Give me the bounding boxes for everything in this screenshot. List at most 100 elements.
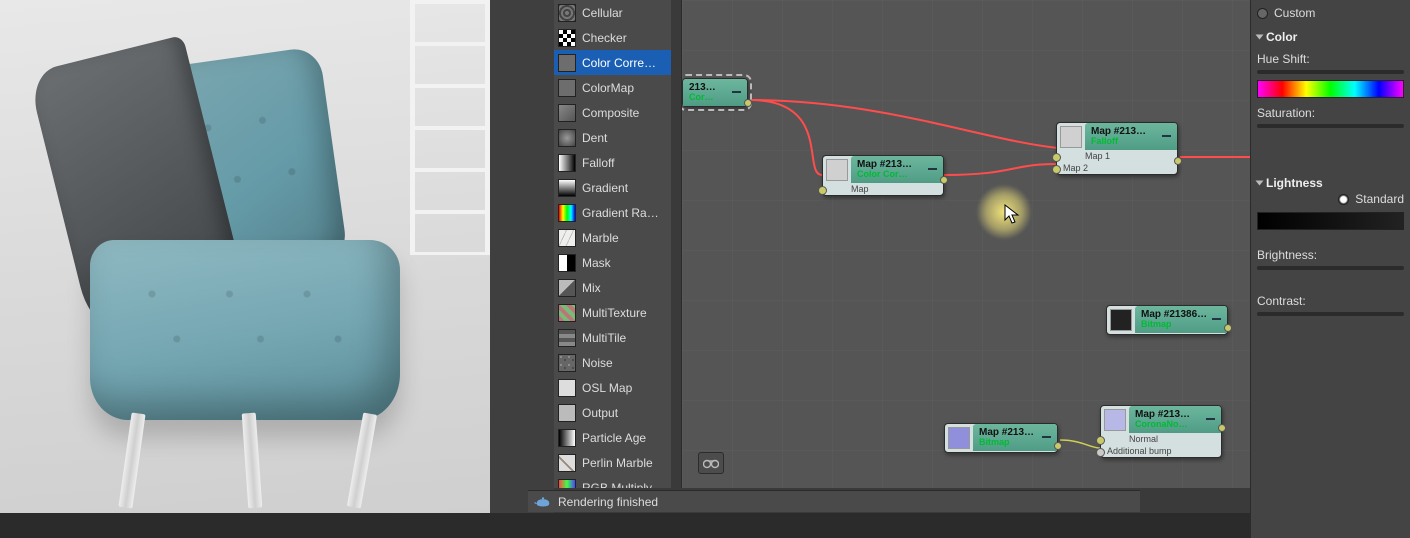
map-item-mix[interactable]: Mix: [554, 275, 681, 300]
node-type: Bitmap: [979, 438, 1038, 448]
hue-shift-label: Hue Shift:: [1257, 52, 1404, 66]
map-swatch-icon: [558, 379, 576, 397]
section-color[interactable]: Color: [1257, 30, 1404, 44]
map-swatch-icon: [558, 204, 576, 222]
map-item-label: MultiTile: [582, 331, 626, 345]
map-item-colormap[interactable]: ColorMap: [554, 75, 681, 100]
hue-strip[interactable]: [1257, 80, 1404, 98]
map-item-label: ColorMap: [582, 81, 634, 95]
saturation-slider[interactable]: [1257, 124, 1404, 128]
lightness-gradient[interactable]: [1257, 212, 1404, 230]
search-button[interactable]: [698, 452, 724, 474]
node-falloff[interactable]: Map #213…Falloff Map 1 Map 2: [1056, 122, 1178, 175]
minimize-icon[interactable]: [1042, 436, 1051, 438]
node-type: Falloff: [1091, 137, 1158, 147]
map-item-label: Mix: [582, 281, 601, 295]
map-item-rgb-multiply[interactable]: RGB Multiply: [554, 475, 681, 488]
map-item-output[interactable]: Output: [554, 400, 681, 425]
map-item-multitile[interactable]: MultiTile: [554, 325, 681, 350]
map-item-label: Gradient Ra…: [582, 206, 659, 220]
map-item-label: Output: [582, 406, 618, 420]
node-graph[interactable]: 213…Cor… Map #213…Color Cor… Map Map #21…: [682, 0, 1250, 488]
binoculars-icon: [703, 457, 719, 469]
map-item-checker[interactable]: Checker: [554, 25, 681, 50]
node-color-correction-2[interactable]: Map #213…Color Cor… Map: [822, 155, 944, 196]
node-slot-additional-bump[interactable]: Additional bump: [1101, 445, 1221, 457]
map-item-perlin-marble[interactable]: Perlin Marble: [554, 450, 681, 475]
map-swatch-icon: [558, 279, 576, 297]
map-type-list[interactable]: Cellular Checker Color Corre… ColorMap Compo…: [554, 0, 682, 488]
hue-shift-slider[interactable]: [1257, 70, 1404, 74]
minimize-icon[interactable]: [1206, 418, 1215, 420]
map-item-label: Gradient: [582, 181, 628, 195]
map-item-particle-age[interactable]: Particle Age: [554, 425, 681, 450]
map-swatch-icon: [558, 54, 576, 72]
map-swatch-icon: [558, 154, 576, 172]
node-preview: [1110, 309, 1132, 331]
map-item-label: Noise: [582, 356, 613, 370]
disclosure-icon: [1256, 35, 1264, 40]
map-item-noise[interactable]: Noise: [554, 350, 681, 375]
mode-standard-row[interactable]: Standard: [1257, 192, 1404, 206]
map-item-osl-map[interactable]: OSL Map: [554, 375, 681, 400]
minimize-icon[interactable]: [928, 168, 937, 170]
map-item-label: Perlin Marble: [582, 456, 653, 470]
panel-gutter: [490, 0, 554, 516]
node-bitmap-2[interactable]: Map #213862…Bitmap: [944, 423, 1058, 453]
radio-icon[interactable]: [1257, 8, 1268, 19]
node-preview: [826, 159, 848, 181]
map-item-mask[interactable]: Mask: [554, 250, 681, 275]
map-item-composite[interactable]: Composite: [554, 100, 681, 125]
mode-custom-row[interactable]: Custom: [1257, 6, 1404, 20]
node-type: Bitmap: [1141, 320, 1208, 330]
map-item-gradient[interactable]: Gradient: [554, 175, 681, 200]
minimize-icon[interactable]: [1212, 318, 1221, 320]
contrast-slider[interactable]: [1257, 312, 1404, 316]
contrast-label: Contrast:: [1257, 294, 1404, 308]
node-slot-map1[interactable]: Map 1: [1057, 150, 1177, 162]
node-preview: [1104, 409, 1126, 431]
map-item-gradient-ra-[interactable]: Gradient Ra…: [554, 200, 681, 225]
map-item-label: Cellular: [582, 6, 623, 20]
node-slot-map[interactable]: Map: [823, 183, 943, 195]
bottom-strip: [0, 513, 1410, 538]
map-item-marble[interactable]: Marble: [554, 225, 681, 250]
node-slot-normal[interactable]: Normal: [1101, 433, 1221, 445]
node-type: Cor…: [689, 93, 728, 103]
map-swatch-icon: [558, 29, 576, 47]
brightness-slider[interactable]: [1257, 266, 1404, 270]
status-text: Rendering finished: [558, 495, 658, 509]
map-item-label: Checker: [582, 31, 627, 45]
teapot-icon: [534, 495, 552, 509]
map-swatch-icon: [558, 254, 576, 272]
scrollbar-thumb[interactable]: [671, 28, 681, 72]
map-swatch-icon: [558, 229, 576, 247]
cursor-icon: [1004, 204, 1020, 226]
map-item-multitexture[interactable]: MultiTexture: [554, 300, 681, 325]
map-item-color-corre-[interactable]: Color Corre…: [554, 50, 681, 75]
node-preview: [948, 427, 970, 449]
node-bitmap-1[interactable]: Map #213862…Bitmap: [1106, 305, 1228, 335]
map-swatch-icon: [558, 404, 576, 422]
node-type: CoronaNo…: [1135, 420, 1202, 430]
node-corona-normal[interactable]: Map #213…CoronaNo… Normal Additional bum…: [1100, 405, 1222, 458]
node-color-correction-1[interactable]: 213…Cor…: [682, 78, 748, 107]
radio-icon[interactable]: [1338, 194, 1349, 205]
properties-panel: Custom Color Hue Shift: Saturation: Ligh…: [1250, 0, 1410, 538]
map-item-label: Particle Age: [582, 431, 646, 445]
map-swatch-icon: [558, 429, 576, 447]
disclosure-icon: [1256, 181, 1264, 186]
map-item-dent[interactable]: Dent: [554, 125, 681, 150]
map-swatch-icon: [558, 304, 576, 322]
minimize-icon[interactable]: [732, 91, 741, 93]
minimize-icon[interactable]: [1162, 135, 1171, 137]
map-item-label: Falloff: [582, 156, 614, 170]
section-lightness[interactable]: Lightness: [1257, 176, 1404, 190]
map-swatch-icon: [558, 454, 576, 472]
status-bar: Rendering finished: [528, 490, 1140, 512]
map-item-cellular[interactable]: Cellular: [554, 0, 681, 25]
node-preview: [1060, 126, 1082, 148]
map-item-falloff[interactable]: Falloff: [554, 150, 681, 175]
node-slot-map2[interactable]: Map 2: [1057, 162, 1177, 174]
map-item-label: Composite: [582, 106, 639, 120]
